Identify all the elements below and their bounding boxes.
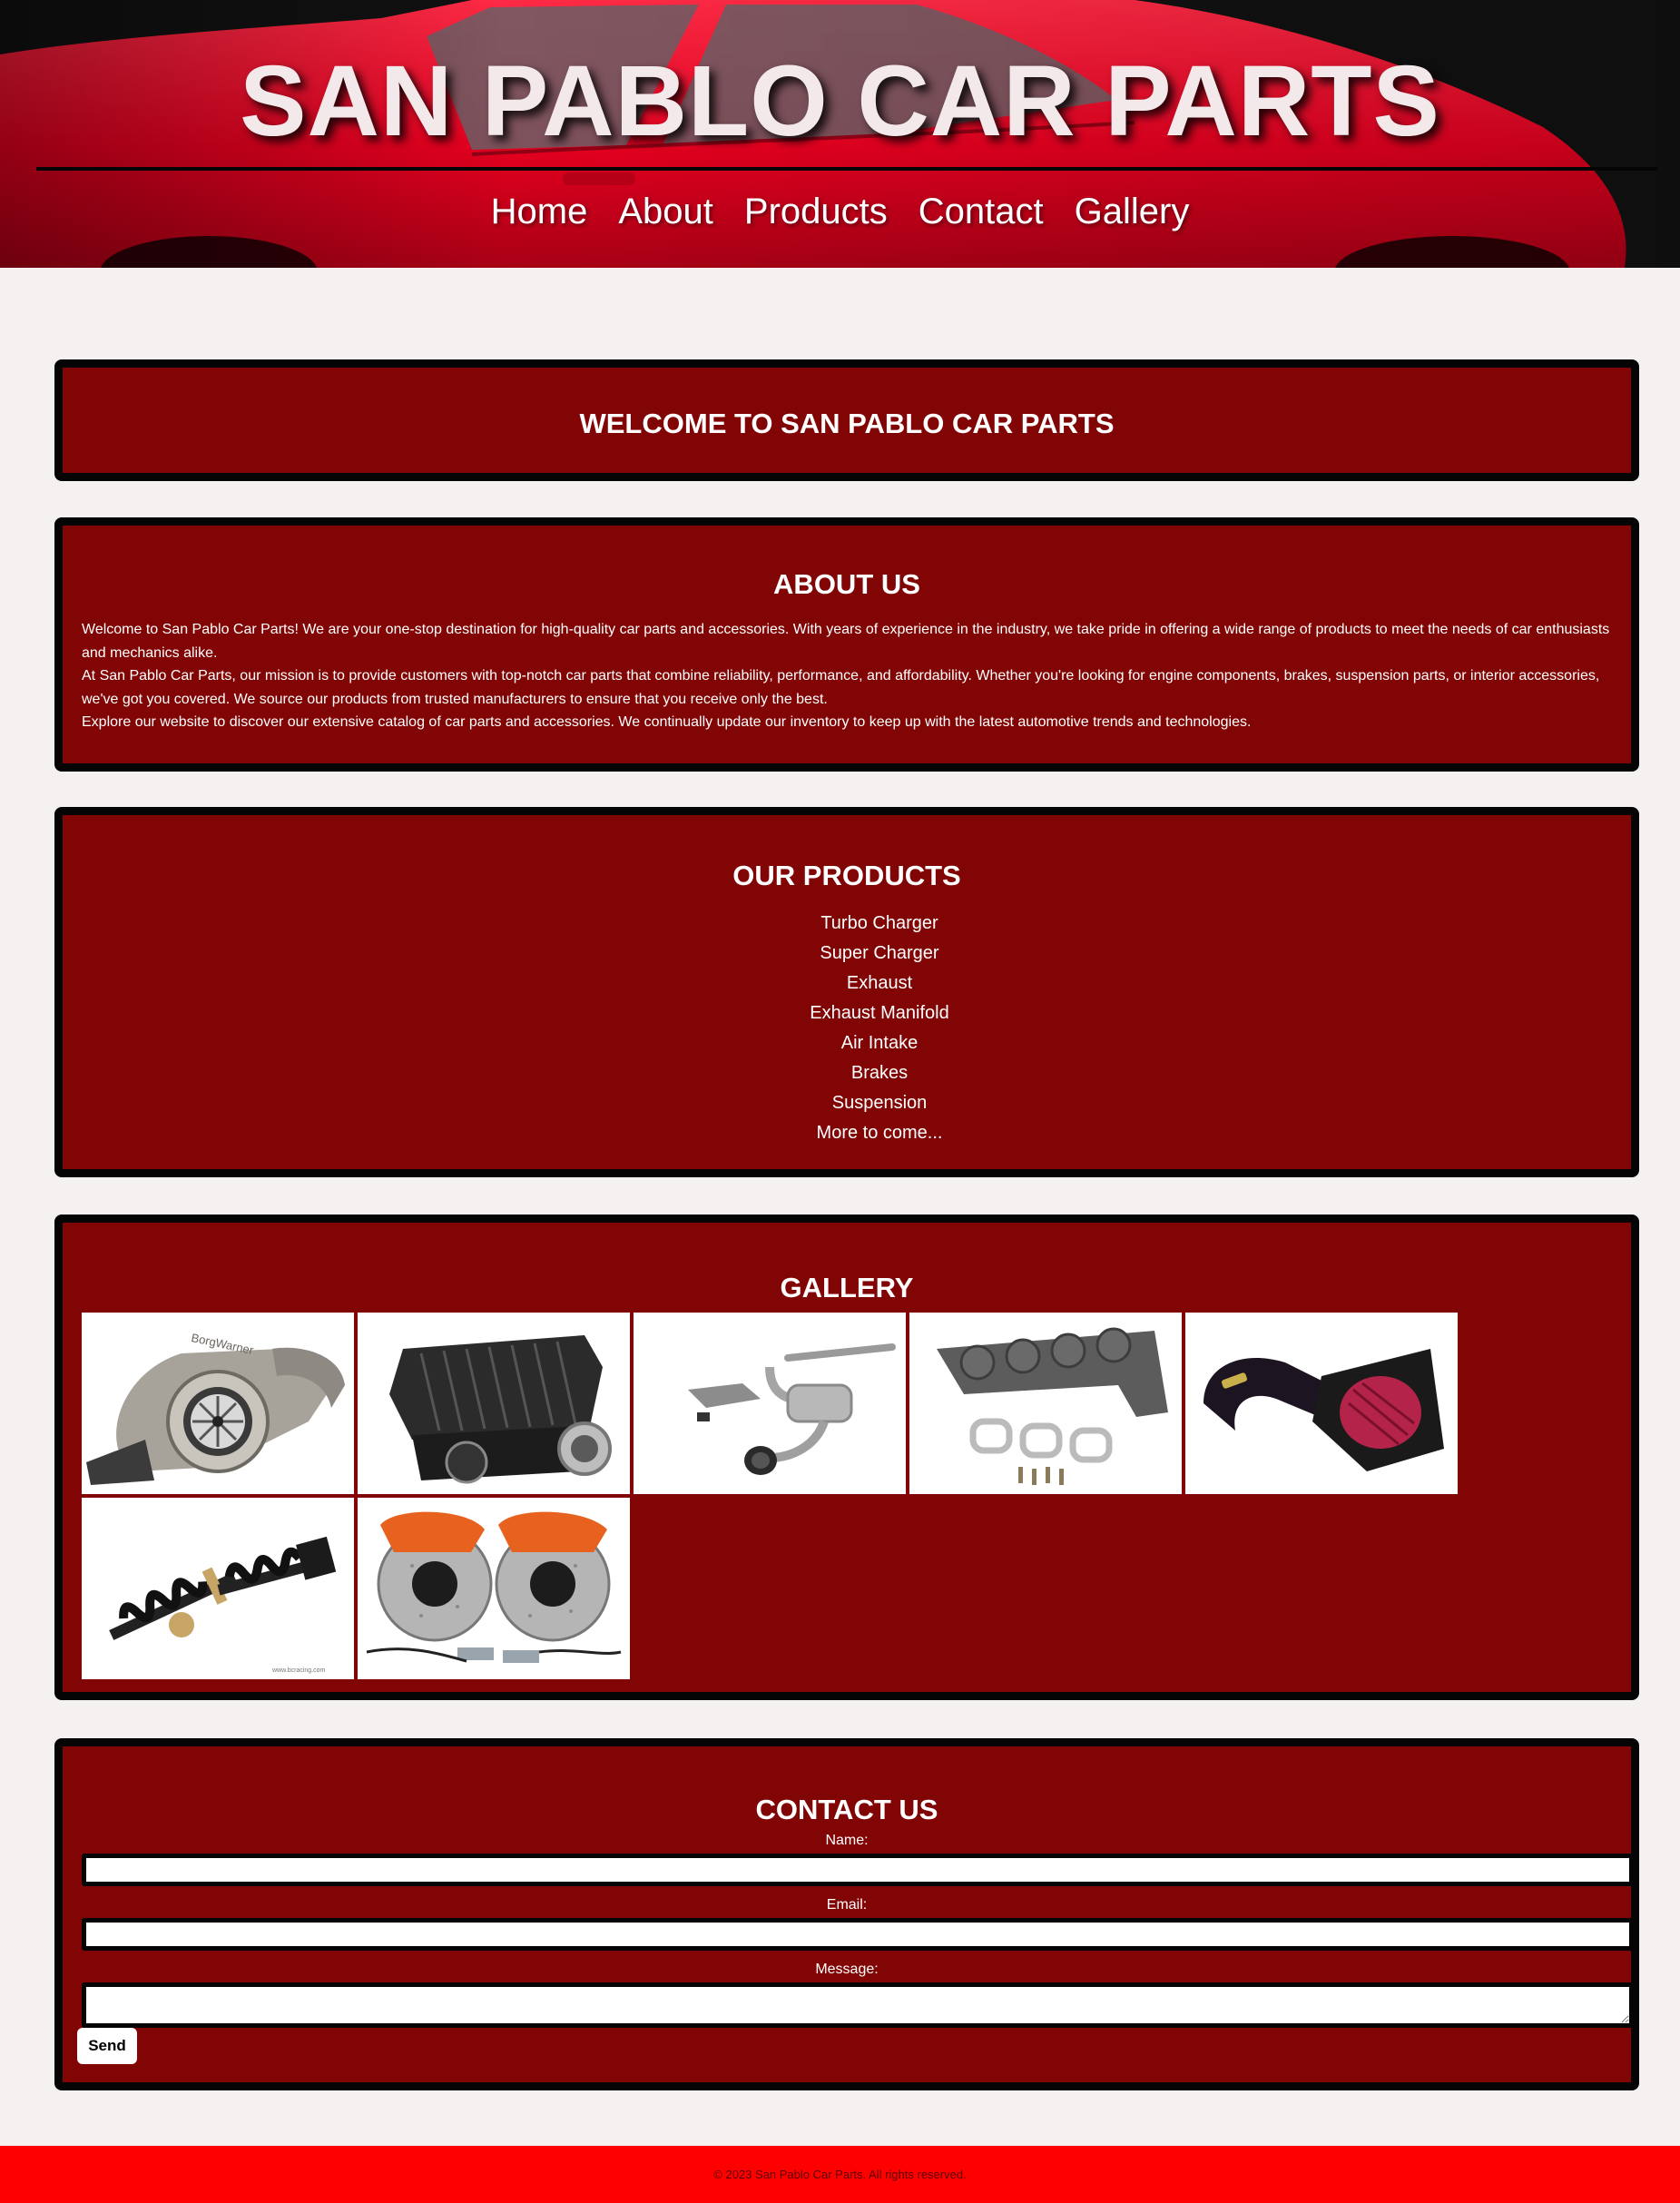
contact-section: CONTACT US Name: Email: Message: Send: [54, 1738, 1639, 2090]
product-item: Suspension: [831, 1093, 928, 1113]
product-item: More to come...: [816, 1123, 943, 1143]
about-text: Welcome to San Pablo Car Parts! We are y…: [82, 618, 1625, 734]
welcome-section: WELCOME TO SAN PABLO CAR PARTS: [54, 359, 1639, 481]
about-paragraph: Welcome to San Pablo Car Parts! We are y…: [82, 622, 1610, 661]
about-section: ABOUT US Welcome to San Pablo Car Parts!…: [54, 517, 1639, 772]
hero-header: SAN PABLO CAR PARTS Home About Products …: [0, 0, 1680, 268]
products-section: OUR PRODUCTS Turbo Charger Super Charger…: [54, 807, 1639, 1177]
site-title: SAN PABLO CAR PARTS: [240, 45, 1440, 157]
message-label: Message:: [815, 1962, 879, 1977]
brake-kit-icon[interactable]: [358, 1498, 630, 1679]
copyright-text: © 2023 San Pablo Car Parts. All rights r…: [713, 2168, 967, 2181]
nav-contact-link[interactable]: Contact: [919, 186, 1044, 237]
name-input[interactable]: [82, 1854, 1634, 1886]
products-list: Turbo Charger Super Charger Exhaust Exha…: [63, 909, 1680, 1148]
nav-home-link[interactable]: Home: [491, 186, 588, 237]
exhaust-icon[interactable]: [634, 1313, 906, 1494]
name-label: Name:: [825, 1833, 869, 1848]
product-item: Brakes: [850, 1063, 909, 1083]
products-heading: OUR PRODUCTS: [732, 860, 961, 891]
turbocharger-icon[interactable]: BorgWarner: [82, 1313, 354, 1494]
product-item: Exhaust Manifold: [810, 1003, 949, 1023]
about-heading: ABOUT US: [773, 568, 920, 600]
main-nav: Home About Products Contact Gallery: [0, 186, 1680, 237]
email-input[interactable]: [82, 1918, 1634, 1951]
email-label: Email:: [826, 1897, 868, 1913]
site-footer: © 2023 San Pablo Car Parts. All rights r…: [0, 2146, 1680, 2203]
about-paragraph: At San Pablo Car Parts, our mission is t…: [82, 668, 1600, 707]
gallery-heading: GALLERY: [780, 1272, 914, 1303]
svg-text:www.bcracing.com: www.bcracing.com: [271, 1667, 326, 1674]
send-button[interactable]: Send: [77, 2028, 137, 2064]
air-intake-icon[interactable]: [1185, 1313, 1458, 1494]
product-item: Exhaust: [846, 973, 913, 993]
message-textarea[interactable]: [82, 1982, 1634, 2028]
welcome-heading: WELCOME TO SAN PABLO CAR PARTS: [579, 408, 1115, 439]
product-item: Air Intake: [840, 1033, 919, 1053]
nav-gallery-link[interactable]: Gallery: [1075, 186, 1190, 237]
about-paragraph: Explore our website to discover our exte…: [82, 714, 1252, 730]
nav-about-link[interactable]: About: [618, 186, 713, 237]
product-item: Turbo Charger: [820, 913, 938, 933]
contact-heading: CONTACT US: [755, 1794, 938, 1825]
gallery-section: GALLERY BorgWarner www.bcracing.com: [54, 1215, 1639, 1700]
product-item: Super Charger: [820, 943, 939, 963]
header-divider: [36, 167, 1657, 171]
gallery-grid: BorgWarner www.bcracing.com: [82, 1313, 1470, 1679]
nav-products-link[interactable]: Products: [744, 186, 888, 237]
exhaust-manifold-icon[interactable]: [909, 1313, 1182, 1494]
supercharger-icon[interactable]: [358, 1313, 630, 1494]
coilover-suspension-icon[interactable]: www.bcracing.com: [82, 1498, 354, 1679]
